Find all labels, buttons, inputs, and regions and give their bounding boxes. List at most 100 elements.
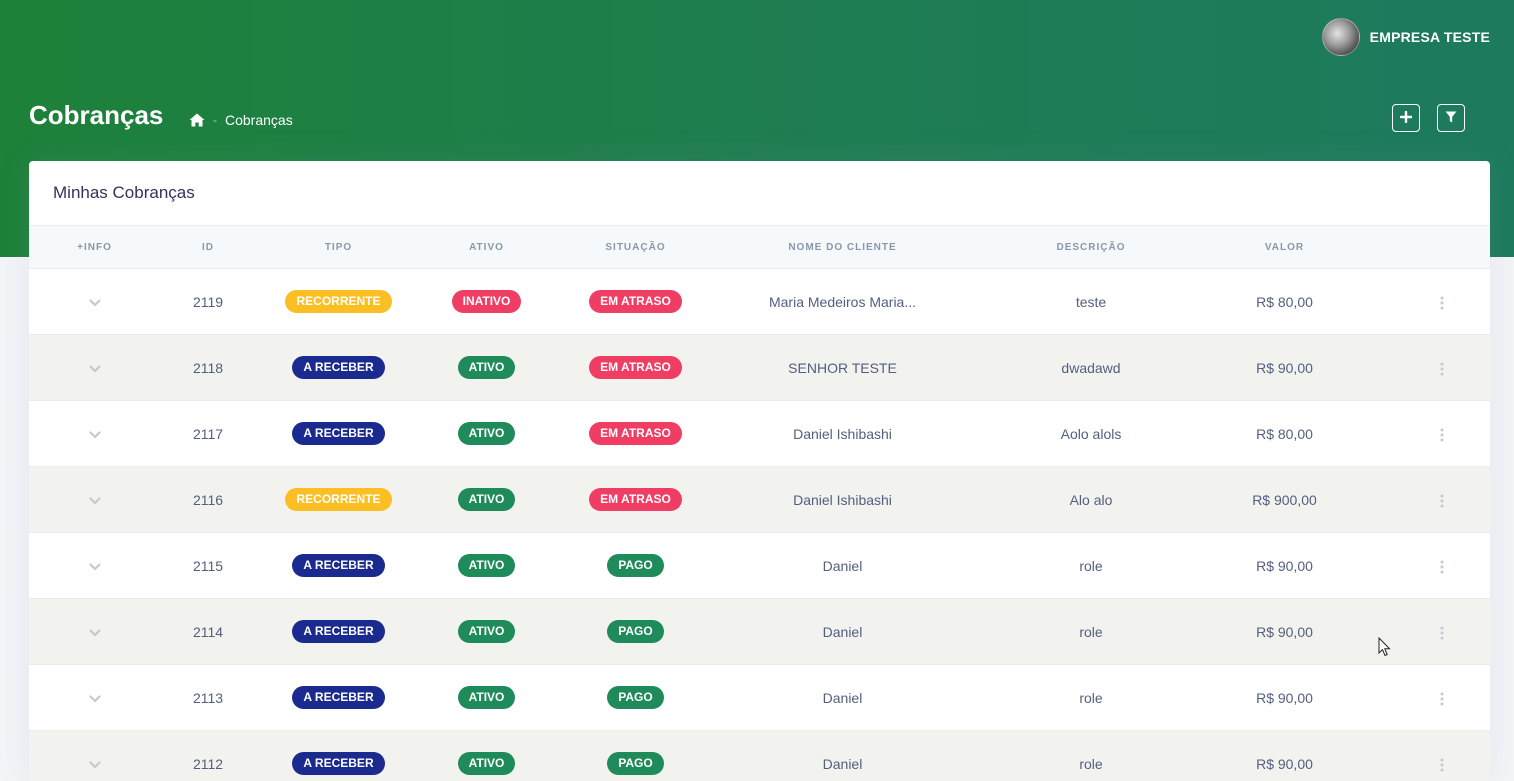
situacao-badge: PAGO bbox=[607, 686, 663, 709]
value-cell: R$ 90,00 bbox=[1216, 599, 1353, 665]
situacao-badge: PAGO bbox=[607, 554, 663, 577]
breadcrumb: - Cobranças bbox=[189, 112, 293, 128]
id-cell: 2113 bbox=[160, 665, 256, 731]
value-cell: R$ 80,00 bbox=[1216, 401, 1353, 467]
tipo-badge: A RECEBER bbox=[292, 752, 384, 775]
tipo-badge: A RECEBER bbox=[292, 686, 384, 709]
user-name[interactable]: EMPRESA TESTE bbox=[1370, 29, 1490, 45]
table-row[interactable]: 2118A RECEBERATIVOEM ATRASOSENHOR TESTEd… bbox=[29, 335, 1490, 401]
expand-cell bbox=[29, 335, 160, 401]
plus-icon bbox=[1400, 111, 1412, 126]
user-menu[interactable]: EMPRESA TESTE bbox=[1322, 18, 1490, 56]
ativo-cell: ATIVO bbox=[421, 401, 552, 467]
table-row[interactable]: 2112A RECEBERATIVOPAGODanielroleR$ 90,00 bbox=[29, 731, 1490, 781]
ativo-cell: ATIVO bbox=[421, 599, 552, 665]
ativo-badge: ATIVO bbox=[458, 554, 516, 577]
breadcrumb-separator: - bbox=[213, 113, 217, 127]
kebab-menu-icon[interactable] bbox=[1440, 425, 1444, 441]
client-name-cell: Daniel Ishibashi bbox=[719, 467, 966, 533]
kebab-menu-icon[interactable] bbox=[1440, 623, 1444, 639]
kebab-menu-icon[interactable] bbox=[1440, 359, 1444, 375]
table-row[interactable]: 2116RECORRENTEATIVOEM ATRASODaniel Ishib… bbox=[29, 467, 1490, 533]
value-cell: R$ 900,00 bbox=[1216, 467, 1353, 533]
situacao-cell: PAGO bbox=[552, 665, 719, 731]
chevron-down-icon[interactable] bbox=[89, 294, 101, 310]
situacao-badge: EM ATRASO bbox=[589, 422, 682, 445]
table-row[interactable]: 2117A RECEBERATIVOEM ATRASODaniel Ishiba… bbox=[29, 401, 1490, 467]
description-cell: teste bbox=[966, 269, 1216, 335]
chevron-down-icon[interactable] bbox=[89, 690, 101, 706]
ativo-cell: ATIVO bbox=[421, 665, 552, 731]
client-name-cell: Maria Medeiros Maria... bbox=[719, 269, 966, 335]
tipo-badge: A RECEBER bbox=[292, 356, 384, 379]
card-title: Minhas Cobranças bbox=[53, 183, 195, 203]
situacao-cell: PAGO bbox=[552, 533, 719, 599]
avatar[interactable] bbox=[1322, 18, 1360, 56]
actions-cell bbox=[1353, 665, 1490, 731]
tipo-badge: RECORRENTE bbox=[285, 488, 391, 511]
column-header-actions bbox=[1353, 226, 1490, 269]
chevron-down-icon[interactable] bbox=[89, 756, 101, 772]
expand-cell bbox=[29, 665, 160, 731]
ativo-cell: ATIVO bbox=[421, 335, 552, 401]
actions-cell bbox=[1353, 731, 1490, 781]
ativo-badge: ATIVO bbox=[458, 620, 516, 643]
description-cell: role bbox=[966, 533, 1216, 599]
situacao-cell: PAGO bbox=[552, 599, 719, 665]
table-row[interactable]: 2114A RECEBERATIVOPAGODanielroleR$ 90,00 bbox=[29, 599, 1490, 665]
tipo-cell: A RECEBER bbox=[256, 533, 421, 599]
chevron-down-icon[interactable] bbox=[89, 426, 101, 442]
id-cell: 2112 bbox=[160, 731, 256, 781]
ativo-badge: ATIVO bbox=[458, 356, 516, 379]
kebab-menu-icon[interactable] bbox=[1440, 689, 1444, 705]
description-cell: Alo alo bbox=[966, 467, 1216, 533]
value-cell: R$ 90,00 bbox=[1216, 533, 1353, 599]
breadcrumb-current: Cobranças bbox=[225, 112, 293, 128]
actions-cell bbox=[1353, 401, 1490, 467]
expand-cell bbox=[29, 401, 160, 467]
page-title: Cobranças bbox=[29, 100, 163, 131]
situacao-cell: EM ATRASO bbox=[552, 467, 719, 533]
ativo-cell: ATIVO bbox=[421, 533, 552, 599]
chevron-down-icon[interactable] bbox=[89, 624, 101, 640]
actions-cell bbox=[1353, 335, 1490, 401]
id-cell: 2114 bbox=[160, 599, 256, 665]
charges-table: +INFO ID TIPO ATIVO SITUAÇÃO NOME DO CLI… bbox=[29, 226, 1490, 781]
client-name-cell: Daniel bbox=[719, 665, 966, 731]
tipo-cell: A RECEBER bbox=[256, 665, 421, 731]
client-name-cell: Daniel Ishibashi bbox=[719, 401, 966, 467]
value-cell: R$ 90,00 bbox=[1216, 335, 1353, 401]
filter-button[interactable] bbox=[1437, 104, 1465, 132]
chevron-down-icon[interactable] bbox=[89, 360, 101, 376]
situacao-badge: EM ATRASO bbox=[589, 356, 682, 379]
situacao-badge: EM ATRASO bbox=[589, 290, 682, 313]
home-icon[interactable] bbox=[189, 113, 205, 127]
ativo-badge: ATIVO bbox=[458, 686, 516, 709]
ativo-badge: ATIVO bbox=[458, 488, 516, 511]
expand-cell bbox=[29, 599, 160, 665]
client-name-cell: SENHOR TESTE bbox=[719, 335, 966, 401]
tipo-badge: A RECEBER bbox=[292, 620, 384, 643]
table-row[interactable]: 2119RECORRENTEINATIVOEM ATRASOMaria Mede… bbox=[29, 269, 1490, 335]
kebab-menu-icon[interactable] bbox=[1440, 557, 1444, 573]
situacao-cell: EM ATRASO bbox=[552, 401, 719, 467]
chevron-down-icon[interactable] bbox=[89, 558, 101, 574]
ativo-badge: INATIVO bbox=[452, 290, 522, 313]
column-header-id: ID bbox=[160, 226, 256, 269]
kebab-menu-icon[interactable] bbox=[1440, 491, 1444, 507]
filter-icon bbox=[1445, 111, 1457, 126]
actions-cell bbox=[1353, 599, 1490, 665]
expand-cell bbox=[29, 269, 160, 335]
client-name-cell: Daniel bbox=[719, 731, 966, 781]
kebab-menu-icon[interactable] bbox=[1440, 293, 1444, 309]
kebab-menu-icon[interactable] bbox=[1440, 755, 1444, 771]
table-row[interactable]: 2115A RECEBERATIVOPAGODanielroleR$ 90,00 bbox=[29, 533, 1490, 599]
add-button[interactable] bbox=[1392, 104, 1420, 132]
description-cell: Aolo alols bbox=[966, 401, 1216, 467]
card-header: Minhas Cobranças bbox=[29, 161, 1490, 226]
ativo-cell: INATIVO bbox=[421, 269, 552, 335]
chevron-down-icon[interactable] bbox=[89, 492, 101, 508]
column-header-tipo: TIPO bbox=[256, 226, 421, 269]
table-row[interactable]: 2113A RECEBERATIVOPAGODanielroleR$ 90,00 bbox=[29, 665, 1490, 731]
column-header-descricao: DESCRIÇÃO bbox=[966, 226, 1216, 269]
